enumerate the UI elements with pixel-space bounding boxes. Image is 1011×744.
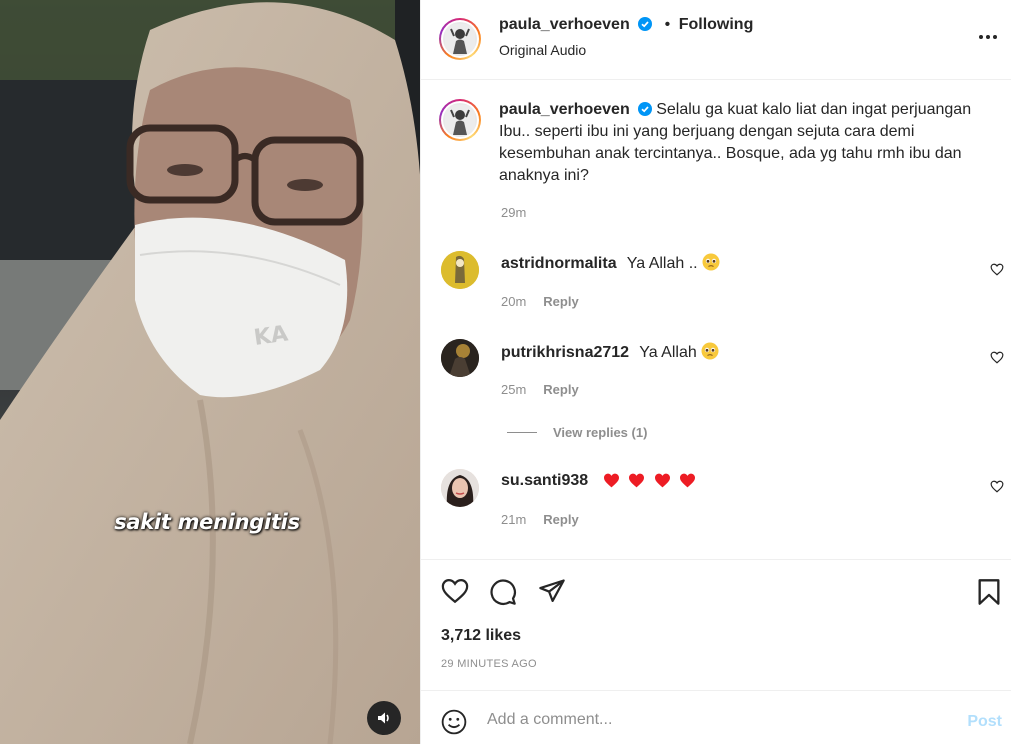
author-username[interactable]: paula_verhoeven	[499, 16, 630, 33]
avatar[interactable]	[441, 251, 479, 289]
avatar-image	[441, 469, 479, 507]
avatar[interactable]	[441, 469, 479, 507]
red-heart-icon	[603, 473, 619, 488]
post-comment-button[interactable]: Post	[967, 713, 1002, 731]
likes-count[interactable]: 3,712 likes	[441, 627, 521, 645]
verified-badge-icon	[638, 17, 653, 31]
like-heart-icon[interactable]	[441, 578, 469, 604]
comment-1: astridnormalita Ya Allah ..	[501, 253, 720, 273]
divider-line	[507, 432, 537, 433]
comment-input[interactable]	[487, 705, 947, 735]
comment-time[interactable]: 25m	[501, 382, 526, 397]
comments-section: paula_verhoeven Selalu ga kuat kalo liat…	[421, 81, 1011, 559]
comment-username[interactable]: astridnormalita	[501, 255, 617, 272]
pleading-face-icon	[701, 342, 719, 360]
share-paper-plane-icon[interactable]	[538, 578, 566, 604]
comment-username[interactable]: su.santi938	[501, 472, 588, 489]
caption-time[interactable]: 29m	[501, 205, 526, 220]
verified-badge-icon	[637, 102, 652, 116]
post-caption: paula_verhoeven Selalu ga kuat kalo liat…	[499, 99, 989, 187]
caption-meta: 29m	[501, 205, 526, 220]
comment-meta: 20m Reply	[501, 294, 579, 309]
avatar-image	[445, 24, 475, 54]
comment-meta: 21m Reply	[501, 512, 579, 527]
comment-username[interactable]: putrikhrisna2712	[501, 344, 629, 361]
red-heart-icon	[679, 473, 695, 488]
original-audio-link[interactable]: Original Audio	[499, 42, 586, 58]
avatar-image	[441, 339, 479, 377]
author-avatar[interactable]	[439, 18, 481, 60]
ellipsis-icon[interactable]	[978, 34, 998, 40]
view-replies-label: View replies (1)	[553, 425, 648, 440]
audio-toggle-button[interactable]	[367, 701, 401, 735]
pleading-face-icon	[702, 253, 720, 271]
red-hearts-emoji	[599, 472, 696, 489]
comment-like-heart-icon[interactable]	[990, 351, 1004, 364]
reply-button[interactable]: Reply	[543, 382, 578, 397]
caption-username[interactable]: paula_verhoeven	[499, 101, 630, 118]
comment-3: su.santi938	[501, 472, 696, 493]
comment-bubble-icon[interactable]	[489, 578, 517, 606]
reel-video[interactable]: KA sakit meningitis	[0, 0, 420, 744]
bookmark-icon[interactable]	[977, 578, 1001, 606]
reply-button[interactable]: Reply	[543, 512, 578, 527]
comment-time[interactable]: 21m	[501, 512, 526, 527]
post-timestamp[interactable]: 29 MINUTES AGO	[441, 658, 537, 670]
caption-author-avatar[interactable]	[439, 99, 481, 141]
svg-text:KA: KA	[252, 321, 289, 350]
emoji-smiley-icon[interactable]	[441, 709, 467, 735]
post-panel: paula_verhoeven • Following Original Aud…	[420, 0, 1011, 744]
speaker-icon	[378, 712, 389, 724]
separator-dot: •	[664, 16, 671, 33]
post-actions: 3,712 likes 29 MINUTES AGO	[421, 559, 1011, 690]
video-frame: KA	[0, 0, 420, 744]
comment-time[interactable]: 20m	[501, 294, 526, 309]
red-heart-icon	[654, 473, 670, 488]
comment-text: Ya Allah ..	[626, 255, 698, 272]
comment-composer: Post	[421, 690, 1011, 744]
red-heart-icon	[629, 473, 645, 488]
video-caption: sakit meningitis	[114, 510, 300, 534]
avatar[interactable]	[441, 339, 479, 377]
avatar-image	[445, 105, 475, 135]
comment-like-heart-icon[interactable]	[990, 480, 1004, 493]
view-replies-button[interactable]: View replies (1)	[507, 425, 647, 440]
avatar-image	[441, 251, 479, 289]
following-button[interactable]: Following	[679, 16, 754, 33]
comment-2: putrikhrisna2712 Ya Allah	[501, 342, 719, 362]
reply-button[interactable]: Reply	[543, 294, 578, 309]
comment-text: Ya Allah	[639, 344, 697, 361]
post-header: paula_verhoeven • Following Original Aud…	[421, 0, 1011, 80]
comment-like-heart-icon[interactable]	[990, 263, 1004, 276]
comment-meta: 25m Reply	[501, 382, 579, 397]
